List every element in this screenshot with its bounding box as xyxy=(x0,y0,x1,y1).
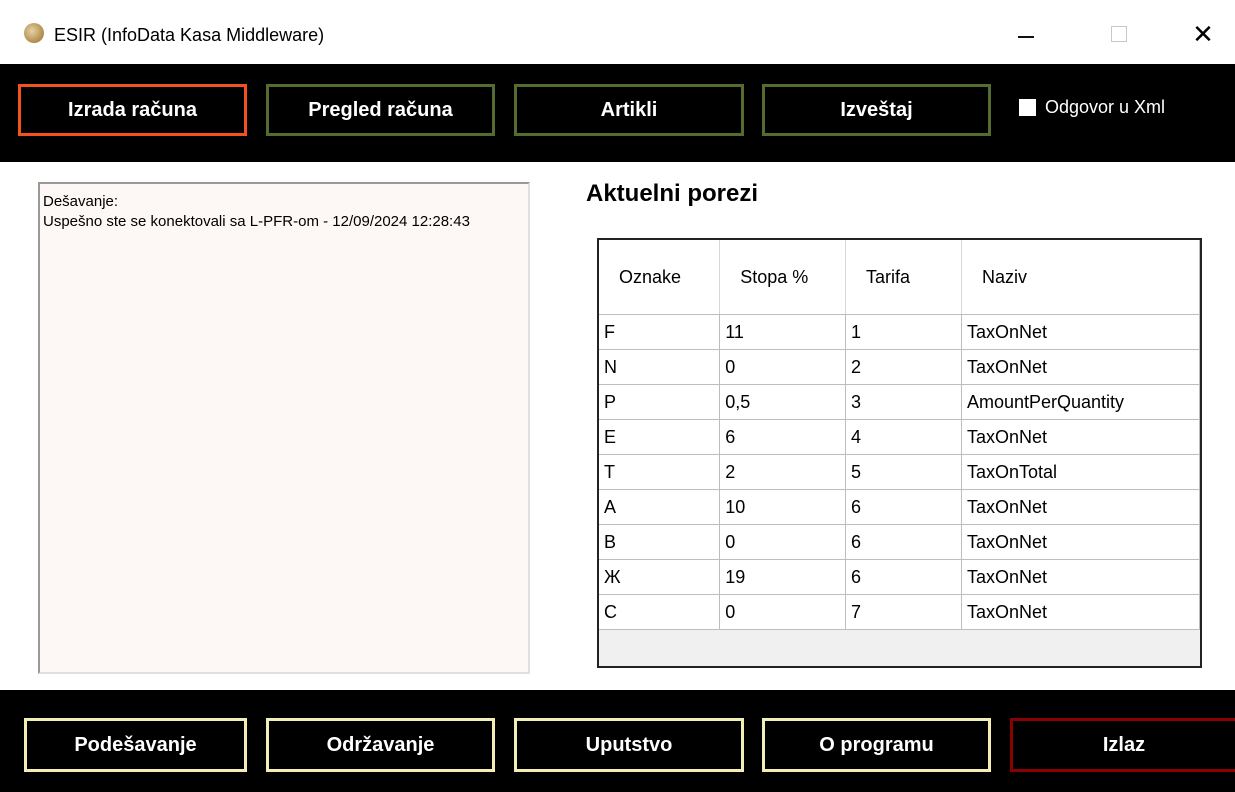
column-header-stopa[interactable]: Stopa % xyxy=(719,240,846,315)
review-receipts-button[interactable]: Pregled računa xyxy=(266,84,495,136)
table-cell: 0 xyxy=(719,349,846,385)
table-cell: F xyxy=(599,314,721,350)
log-line: Dešavanje: xyxy=(43,193,119,210)
tax-section-title: Aktuelni porezi xyxy=(586,180,759,207)
app-logo-icon xyxy=(24,23,44,43)
maintenance-button[interactable]: Održavanje xyxy=(266,718,495,772)
table-row[interactable]: T 2 5 TaxOnTotal xyxy=(599,454,1201,490)
tax-table-header: Oznake Stopa % Tarifa Naziv xyxy=(599,240,1201,315)
table-cell: 19 xyxy=(719,559,846,595)
table-row[interactable]: E 6 4 TaxOnNet xyxy=(599,419,1201,455)
table-row[interactable]: N 0 2 TaxOnNet xyxy=(599,349,1201,385)
log-line: Uspešno ste se konektovali sa L-PFR-om -… xyxy=(43,213,470,230)
about-button[interactable]: O programu xyxy=(762,718,991,772)
table-row[interactable]: В 0 6 TaxOnNet xyxy=(599,524,1201,560)
xml-response-option[interactable]: Odgovor u Xml xyxy=(1019,97,1165,118)
table-cell: С xyxy=(599,594,721,630)
xml-response-checkbox[interactable] xyxy=(1019,99,1036,116)
exit-button[interactable]: Izlaz xyxy=(1010,718,1235,772)
column-header-naziv[interactable]: Naziv xyxy=(961,240,1201,315)
instructions-button[interactable]: Uputstvo xyxy=(514,718,744,772)
minimize-button[interactable] xyxy=(1003,14,1049,54)
table-cell: В xyxy=(599,524,721,560)
table-cell: 10 xyxy=(719,489,846,525)
table-cell: TaxOnNet xyxy=(961,314,1201,350)
table-cell: T xyxy=(599,454,721,490)
close-button[interactable]: ✕ xyxy=(1180,14,1226,54)
table-cell: 2 xyxy=(845,349,962,385)
table-cell: 0 xyxy=(719,524,846,560)
table-cell: 1 xyxy=(845,314,962,350)
window-title: ESIR (InfoData Kasa Middleware) xyxy=(54,25,325,45)
table-row[interactable]: А 10 6 TaxOnNet xyxy=(599,489,1201,525)
table-cell: 4 xyxy=(845,419,962,455)
table-cell: 3 xyxy=(845,384,962,420)
table-cell: 5 xyxy=(845,454,962,490)
table-row[interactable]: Ж 19 6 TaxOnNet xyxy=(599,559,1201,595)
close-icon: ✕ xyxy=(1192,18,1214,49)
table-cell: TaxOnNet xyxy=(961,419,1201,455)
table-cell: TaxOnNet xyxy=(961,594,1201,630)
minimize-icon xyxy=(1018,36,1034,38)
table-row[interactable]: С 0 7 TaxOnNet xyxy=(599,594,1201,630)
table-cell: 11 xyxy=(719,314,846,350)
table-row[interactable]: F 11 1 TaxOnNet xyxy=(599,314,1201,350)
create-receipt-button[interactable]: Izrada računa xyxy=(18,84,247,136)
table-cell: TaxOnNet xyxy=(961,349,1201,385)
table-cell: 6 xyxy=(845,524,962,560)
column-header-oznake[interactable]: Oznake xyxy=(599,240,721,315)
table-cell: 6 xyxy=(845,559,962,595)
footer-toolbar: Podešavanje Održavanje Uputstvo O progra… xyxy=(0,690,1235,792)
xml-response-label: Odgovor u Xml xyxy=(1045,97,1166,117)
main-toolbar: Izrada računa Pregled računa Artikli Izv… xyxy=(0,64,1235,162)
table-cell: 6 xyxy=(719,419,846,455)
table-cell: TaxOnTotal xyxy=(961,454,1201,490)
maximize-button[interactable] xyxy=(1096,14,1142,54)
table-cell: 2 xyxy=(719,454,846,490)
event-log[interactable]: Dešavanje: Uspešno ste se konektovali sa… xyxy=(38,182,530,674)
table-cell: N xyxy=(599,349,721,385)
report-button[interactable]: Izveštaj xyxy=(762,84,991,136)
articles-button[interactable]: Artikli xyxy=(514,84,744,136)
table-cell: А xyxy=(599,489,721,525)
table-cell: 6 xyxy=(845,489,962,525)
table-cell: Ж xyxy=(599,559,721,595)
title-bar: ESIR (InfoData Kasa Middleware) ✕ xyxy=(0,0,1235,64)
table-cell: 0,5 xyxy=(719,384,846,420)
table-cell: TaxOnNet xyxy=(961,559,1201,595)
table-cell: TaxOnNet xyxy=(961,524,1201,560)
table-cell: TaxOnNet xyxy=(961,489,1201,525)
table-cell: P xyxy=(599,384,721,420)
settings-button[interactable]: Podešavanje xyxy=(24,718,247,772)
table-cell: 7 xyxy=(845,594,962,630)
table-cell: E xyxy=(599,419,721,455)
table-row[interactable]: P 0,5 3 AmountPerQuantity xyxy=(599,384,1201,420)
table-cell: AmountPerQuantity xyxy=(961,384,1201,420)
tax-grid[interactable]: Oznake Stopa % Tarifa Naziv F 11 1 TaxOnNet… xyxy=(597,238,1202,668)
main-panel: Dešavanje: Uspešno ste se konektovali sa… xyxy=(0,162,1235,690)
table-cell: 0 xyxy=(719,594,846,630)
column-header-tarifa[interactable]: Tarifa xyxy=(845,240,962,315)
maximize-icon xyxy=(1111,26,1127,42)
tax-table: Oznake Stopa % Tarifa Naziv F 11 1 TaxOnNet… xyxy=(599,240,1201,630)
